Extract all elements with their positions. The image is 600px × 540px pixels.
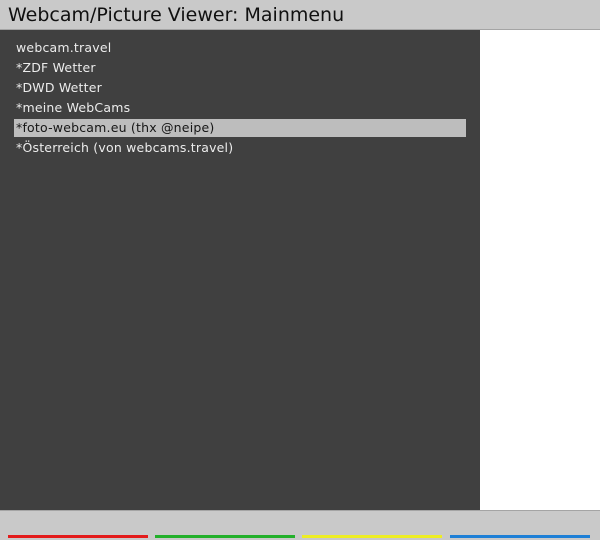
picture-preview-area [480, 30, 600, 510]
page-title: Webcam/Picture Viewer: Mainmenu [8, 4, 345, 26]
color-key-bar [0, 510, 600, 540]
title-bar: Webcam/Picture Viewer: Mainmenu [0, 0, 600, 30]
webcam-viewer-screen: Webcam/Picture Viewer: Mainmenu webcam.t… [0, 0, 600, 540]
yellow-key-indicator[interactable] [302, 535, 442, 538]
green-key-indicator[interactable] [155, 535, 295, 538]
menu-item-meine-webcams[interactable]: *meine WebCams [14, 98, 466, 118]
red-key-indicator[interactable] [8, 535, 148, 538]
menu-item-dwd-wetter[interactable]: *DWD Wetter [14, 78, 466, 98]
blue-key-indicator[interactable] [450, 535, 590, 538]
menu-item-webcam-travel[interactable]: webcam.travel [14, 38, 466, 58]
menu-item-zdf-wetter[interactable]: *ZDF Wetter [14, 58, 466, 78]
menu-item-foto-webcam-eu[interactable]: *foto-webcam.eu (thx @neipe) [14, 119, 466, 137]
menu-item-oesterreich[interactable]: *Österreich (von webcams.travel) [14, 138, 466, 158]
main-menu-panel: webcam.travel *ZDF Wetter *DWD Wetter *m… [0, 30, 480, 510]
main-menu-list: webcam.travel *ZDF Wetter *DWD Wetter *m… [14, 38, 466, 158]
